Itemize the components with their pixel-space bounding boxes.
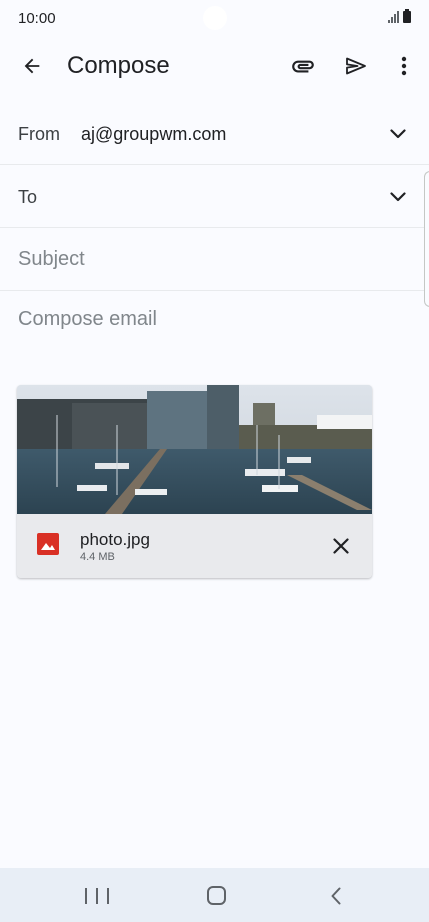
arrow-back-icon [24,58,40,74]
remove-attachment-button[interactable] [325,530,357,562]
attachment-info: photo.jpg 4.4 MB [17,514,372,578]
attachment-file-name: photo.jpg [80,530,150,549]
image-file-icon [37,533,59,555]
chevron-down-icon [390,129,406,139]
send-icon [346,57,366,75]
back-icon[interactable] [326,884,346,908]
from-field[interactable]: From aj@groupwm.com [0,102,429,165]
from-expand-button[interactable] [384,120,412,148]
subject-input[interactable] [18,248,398,271]
edge-panel-handle[interactable] [424,171,429,307]
attachment-thumbnail [17,385,372,514]
signal-icon [388,11,399,23]
to-label: To [18,187,38,207]
status-icons [388,9,411,23]
system-nav-bar [0,868,429,922]
recents-icon[interactable] [85,885,109,907]
status-time: 10:00 [18,10,56,27]
from-label: From [18,124,60,144]
chevron-down-icon [390,192,406,202]
send-button[interactable] [336,46,376,86]
app-bar: Compose [0,36,429,96]
attachment-file-size: 4.4 MB [80,551,115,563]
status-bar: 10:00 [0,0,429,36]
from-value: aj@groupwm.com [81,124,227,144]
compose-body-input[interactable] [18,308,408,331]
to-field[interactable]: To [0,165,429,228]
battery-icon [403,9,411,23]
to-expand-button[interactable] [384,183,412,211]
close-icon [333,538,349,554]
more-options-button[interactable] [386,46,422,86]
subject-row [0,228,429,291]
page-title: Compose [67,52,170,79]
attachment-card[interactable]: photo.jpg 4.4 MB [17,385,372,578]
camera-cutout [203,6,227,30]
home-icon[interactable] [207,886,226,905]
attach-button[interactable] [283,46,323,86]
paperclip-icon [292,60,314,73]
back-button[interactable] [12,46,52,86]
more-vert-icon [401,56,407,76]
